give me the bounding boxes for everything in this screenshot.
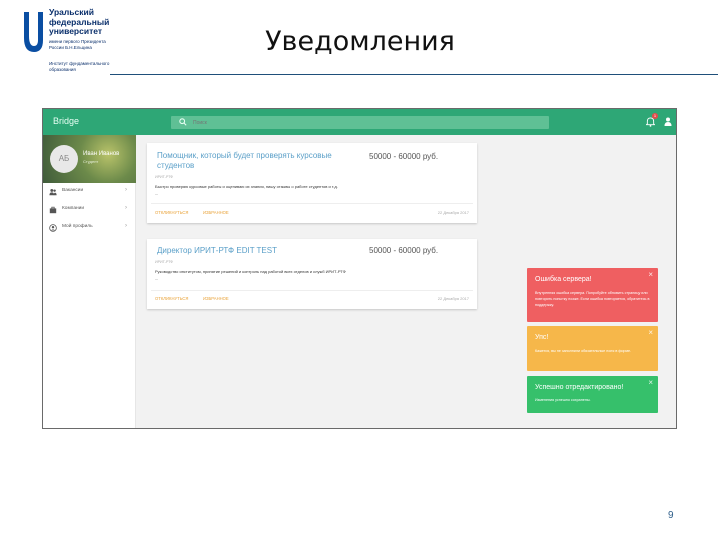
- chevron-right-icon: ›: [125, 205, 127, 211]
- app-brand[interactable]: Bridge: [53, 116, 79, 126]
- vacancy-title[interactable]: Помощник, который будет проверять курсов…: [157, 151, 357, 171]
- toast-message: Изменения успешно сохранены.: [535, 398, 591, 402]
- toast-title: Упс!: [535, 334, 549, 341]
- people-icon: [49, 188, 57, 196]
- slide-title: Уведомления: [265, 26, 455, 57]
- vacancy-meta: ИРИТ-РТФ: [155, 260, 173, 264]
- apply-button[interactable]: ОТКЛИКНУТЬСЯ: [155, 210, 188, 215]
- card-divider: [151, 203, 473, 204]
- sidebar-item-companies[interactable]: Компании ›: [43, 201, 136, 219]
- vacancy-card: Директор ИРИТ-РТФ EDIT TEST 50000 - 6000…: [147, 239, 477, 309]
- university-subtitle: имени первого Президента России Б.Н.Ельц…: [49, 39, 106, 50]
- toast-title: Ошибка сервера!: [535, 276, 592, 283]
- user-icon[interactable]: [664, 117, 672, 126]
- favorite-button[interactable]: ИЗБРАННОЕ: [203, 210, 229, 215]
- vacancy-date: 22 Декабря 2017: [437, 210, 469, 215]
- vacancy-salary: 50000 - 60000 руб.: [369, 152, 439, 161]
- university-logo: Уральский федеральный университет имени …: [22, 7, 112, 74]
- account-icon: [49, 224, 57, 232]
- notification-badge: 1: [652, 113, 658, 119]
- search-icon: [179, 118, 187, 126]
- toast-error[interactable]: Ошибка сервера! × Внутренняя ошибка серв…: [527, 268, 658, 322]
- chevron-right-icon: ›: [125, 223, 127, 229]
- vacancy-salary: 50000 - 60000 руб.: [369, 246, 439, 255]
- close-icon[interactable]: ×: [648, 271, 653, 279]
- vacancy-title[interactable]: Директор ИРИТ-РТФ EDIT TEST: [157, 246, 357, 256]
- favorite-button[interactable]: ИЗБРАННОЕ: [203, 296, 229, 301]
- apply-button[interactable]: ОТКЛИКНУТЬСЯ: [155, 296, 188, 301]
- profile-role: Студент: [83, 159, 99, 164]
- university-name-line: университет: [49, 26, 103, 36]
- university-name: Уральский федеральный университет: [49, 7, 109, 37]
- title-divider: [110, 74, 718, 75]
- sidebar-item-profile[interactable]: Мой профиль ›: [43, 219, 136, 237]
- app-screenshot: Bridge 1 АБ Иван Иванов С: [42, 108, 677, 429]
- sidebar-item-vacancies[interactable]: Вакансии ›: [43, 183, 136, 201]
- close-icon[interactable]: ×: [648, 329, 653, 337]
- vacancy-description: Быстро проверяю курсовые работы и оценив…: [155, 184, 338, 189]
- vacancy-more: ...: [155, 191, 159, 196]
- page-number: 9: [668, 510, 674, 521]
- vacancy-date: 22 Декабря 2017: [437, 296, 469, 301]
- sidebar: АБ Иван Иванов Студент Вакансии › Компан…: [43, 135, 136, 428]
- close-icon[interactable]: ×: [648, 379, 653, 387]
- vacancy-more: ...: [155, 276, 159, 281]
- institute-name: Институт фундаментального образования: [49, 61, 110, 72]
- profile-name: Иван Иванов: [83, 151, 120, 157]
- chevron-right-icon: ›: [125, 187, 127, 193]
- search-bar[interactable]: [171, 116, 549, 129]
- card-divider: [151, 290, 473, 291]
- sidebar-item-label: Вакансии: [62, 188, 84, 193]
- toast-message: Внутренняя ошибка сервера. Попробуйте об…: [535, 291, 650, 307]
- vacancy-meta: ИРИТ-РТФ: [155, 175, 173, 179]
- vacancy-card: Помощник, который будет проверять курсов…: [147, 143, 477, 223]
- toast-success[interactable]: Успешно отредактировано! × Изменения усп…: [527, 376, 658, 413]
- university-logo-icon: [24, 12, 43, 52]
- toast-warning[interactable]: Упс! × Кажется, вы не заполнили обязател…: [527, 326, 658, 371]
- sidebar-item-label: Компании: [62, 206, 85, 211]
- sidebar-nav: Вакансии › Компании › Мой профиль ›: [43, 183, 136, 237]
- toast-title: Успешно отредактировано!: [535, 384, 624, 391]
- briefcase-icon: [49, 206, 57, 214]
- search-input[interactable]: [193, 117, 493, 128]
- toast-message: Кажется, вы не заполнили обязательные по…: [535, 349, 632, 353]
- vacancy-description: Руководство институтом, принятие решений…: [155, 269, 346, 274]
- avatar[interactable]: АБ: [50, 145, 78, 173]
- profile-panel: АБ Иван Иванов Студент: [43, 135, 136, 183]
- slide: Уральский федеральный университет имени …: [0, 0, 720, 540]
- sidebar-item-label: Мой профиль: [62, 224, 93, 229]
- app-header: Bridge 1: [43, 109, 676, 135]
